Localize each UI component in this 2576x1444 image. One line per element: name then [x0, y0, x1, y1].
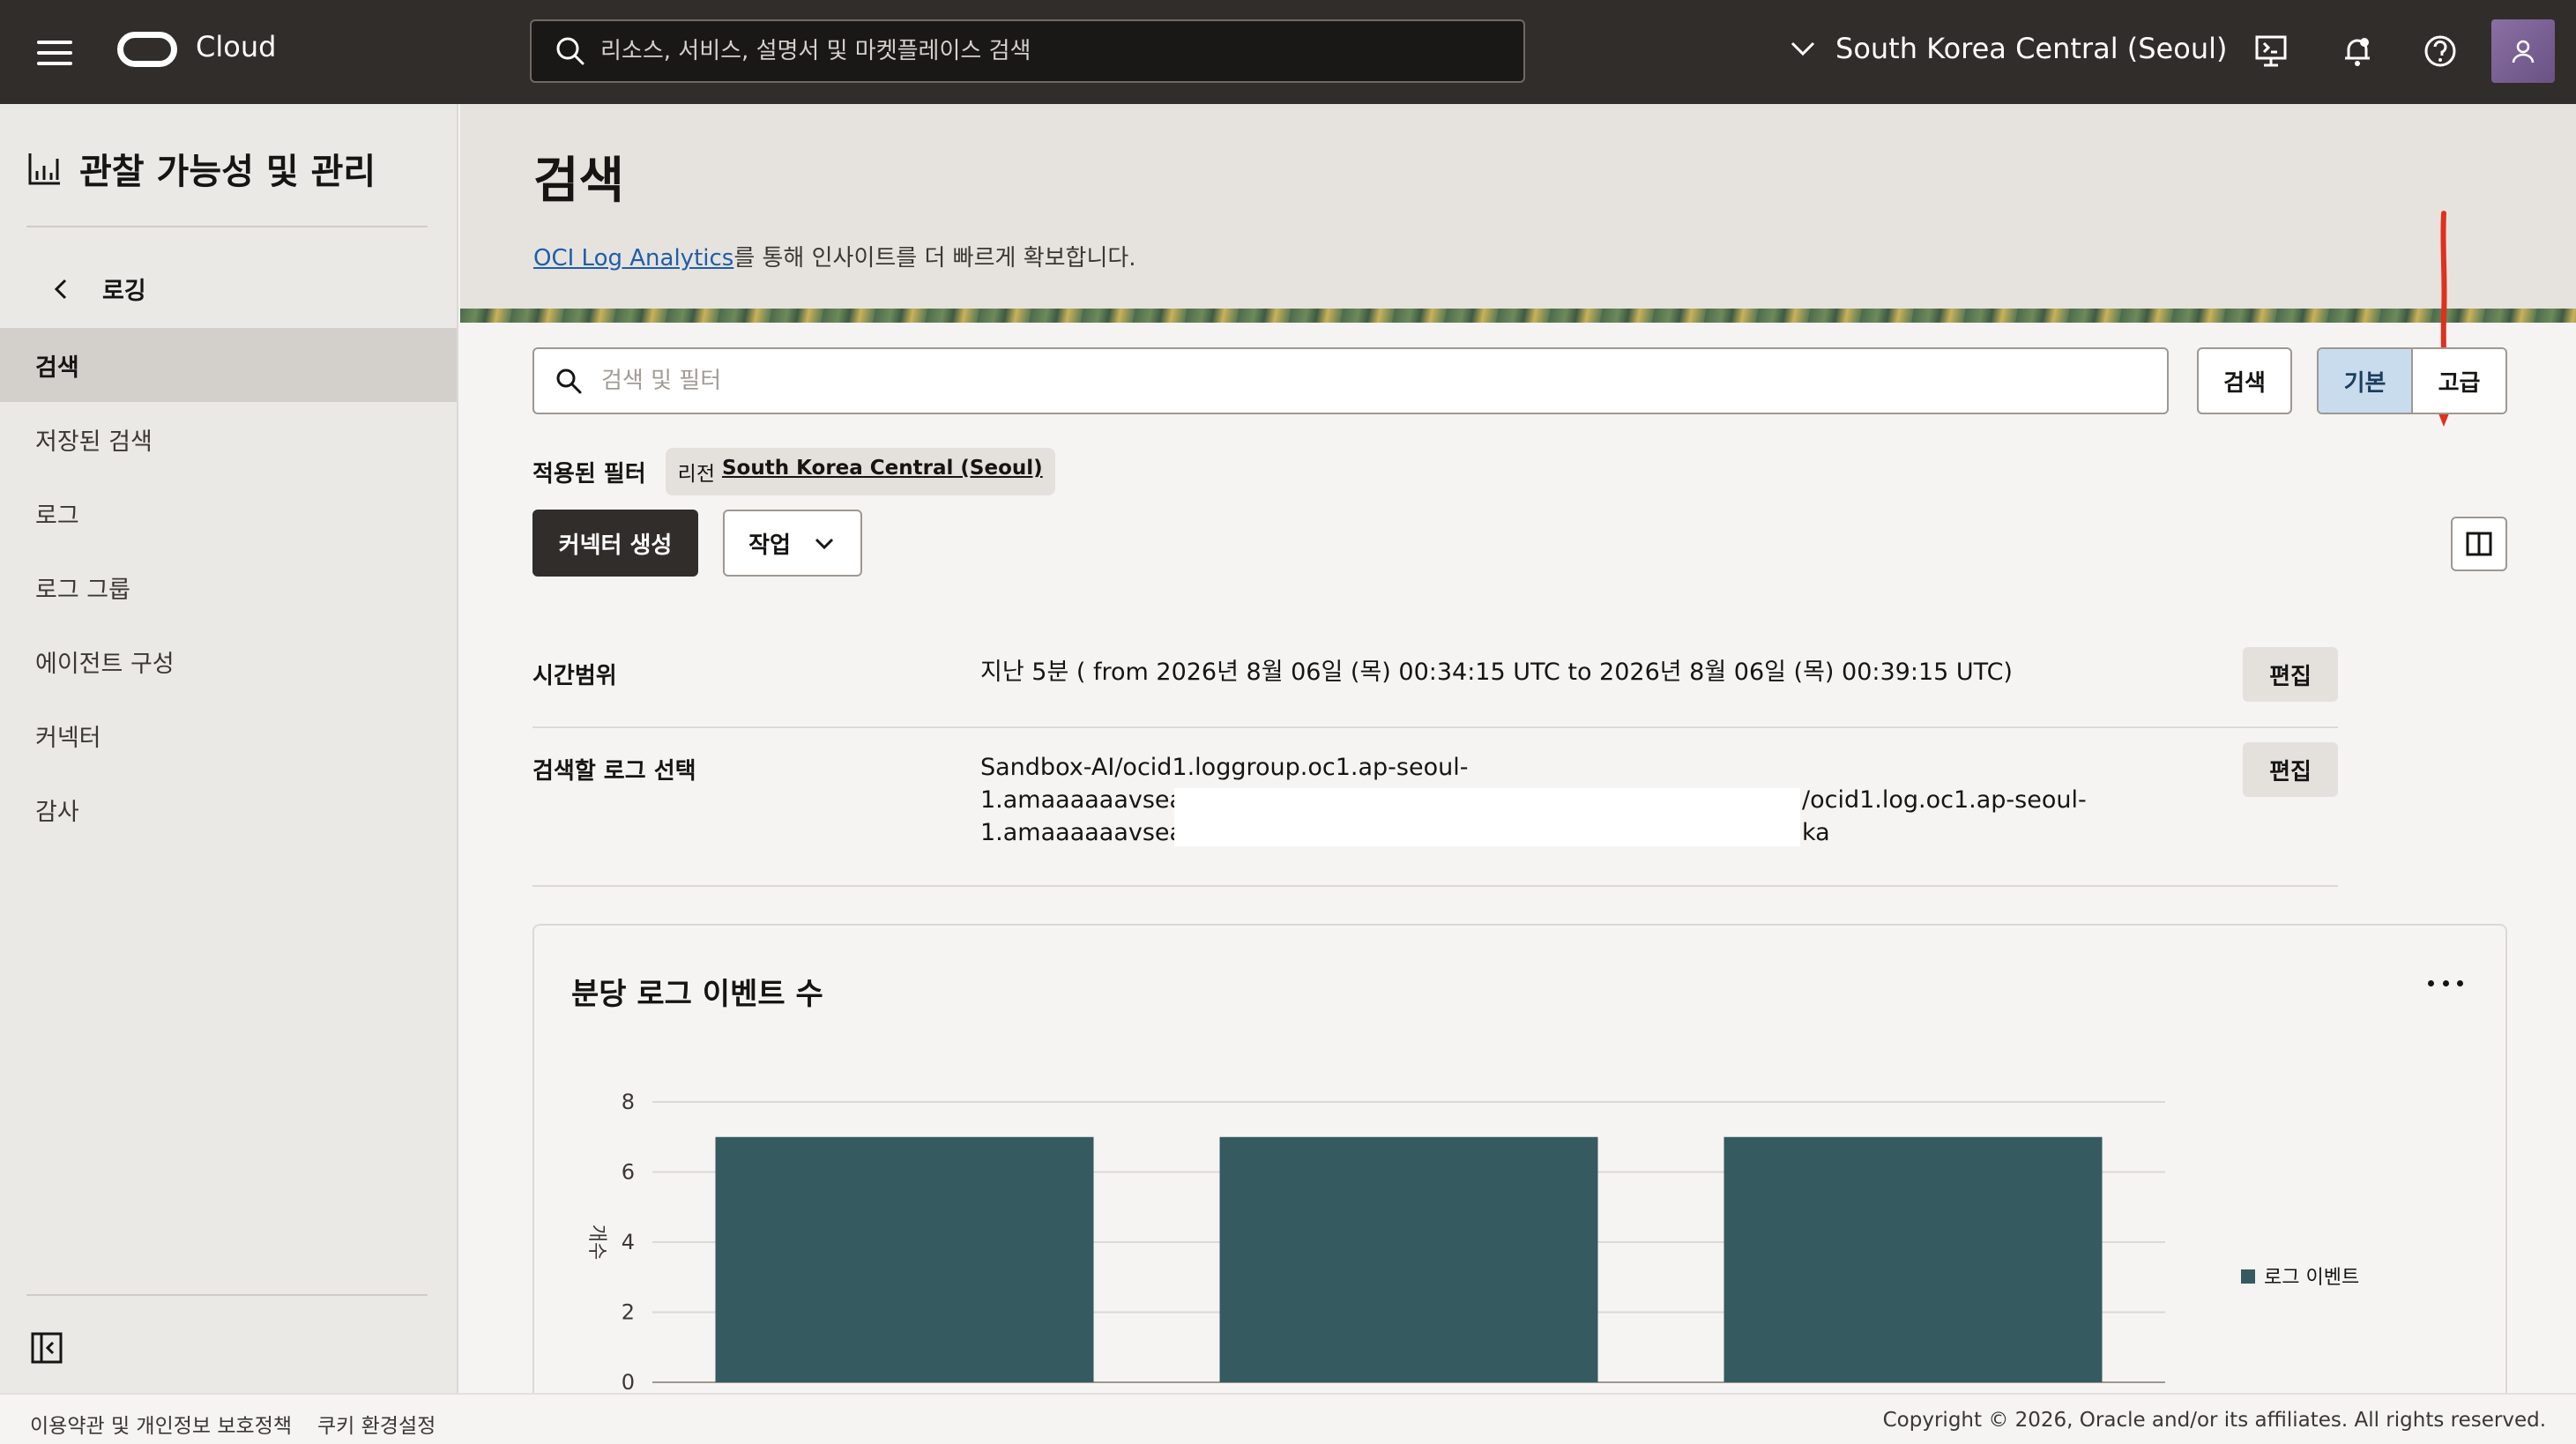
- log-select-segment: ka: [1802, 819, 1830, 846]
- search-icon: [553, 33, 588, 69]
- sidebar-item-connectors[interactable]: 커넥터: [0, 698, 457, 772]
- legend-swatch: [2241, 1269, 2255, 1284]
- sidebar-back-label: 로깅: [102, 278, 146, 305]
- create-connector-button[interactable]: 커넥터 생성: [532, 510, 698, 577]
- chevron-left-icon: [54, 279, 67, 299]
- collapse-sidebar-icon[interactable]: [30, 1331, 63, 1365]
- sidebar-item-log-groups[interactable]: 로그 그룹: [0, 550, 457, 624]
- sidebar-divider: [26, 226, 428, 227]
- sidebar-item-logs[interactable]: 로그: [0, 476, 457, 550]
- search-filter[interactable]: [532, 347, 2169, 414]
- applied-filters-label: 적용된 필터: [532, 460, 646, 488]
- page-title: 검색: [533, 153, 625, 210]
- more-options-icon[interactable]: [2428, 980, 2463, 991]
- region-label: South Korea Central (Seoul): [1835, 32, 2228, 65]
- help-icon[interactable]: [2421, 32, 2460, 71]
- page-subtitle: OCI Log Analytics를 통해 인사이트를 더 빠르게 확보합니다.: [533, 240, 1136, 272]
- y-tick-label: 8: [622, 1090, 635, 1114]
- sidebar-item-search[interactable]: 검색: [0, 328, 457, 402]
- chevron-down-icon: [815, 538, 833, 550]
- mode-advanced-button[interactable]: 고급: [2413, 349, 2505, 413]
- chevron-down-icon: [1791, 41, 1815, 56]
- column-layout-button[interactable]: [2451, 517, 2507, 571]
- filter-chip-key: 리전: [677, 463, 715, 486]
- search-button[interactable]: 검색: [2197, 347, 2292, 414]
- cloud-shell-icon[interactable]: [2252, 32, 2290, 71]
- oracle-logo-icon[interactable]: [117, 32, 177, 67]
- mode-basic-button[interactable]: 기본: [2319, 349, 2413, 413]
- search-filter-input[interactable]: [601, 368, 2167, 394]
- redaction-box: [1174, 788, 1800, 846]
- edit-time-range-button[interactable]: 편집: [2243, 647, 2338, 702]
- sidebar-item-audit[interactable]: 감사: [0, 772, 457, 846]
- row-divider: [532, 885, 2338, 887]
- sidebar-item-saved-search[interactable]: 저장된 검색: [0, 402, 457, 476]
- sidebar: 관찰 가능성 및 관리 로깅 검색 저장된 검색 로그 로그 그룹 에이전트 구…: [0, 104, 458, 1393]
- bar: [1724, 1136, 2103, 1382]
- columns-icon: [2466, 532, 2492, 556]
- actions-menu-label: 작업: [748, 532, 791, 559]
- time-range-value: 지난 5분 ( from 2026년 8월 06일 (목) 00:34:15 U…: [980, 659, 2013, 686]
- sidebar-item-label: 로그: [35, 502, 79, 530]
- menu-icon[interactable]: [37, 41, 72, 65]
- sidebar-back-link[interactable]: 로깅: [51, 272, 146, 306]
- bell-icon[interactable]: [2338, 32, 2377, 71]
- filter-chip-region[interactable]: 리전 South Korea Central (Seoul): [665, 448, 1055, 495]
- page-subtitle-text: 를 통해 인사이트를 더 빠르게 확보합니다.: [733, 245, 1136, 272]
- bar: [715, 1136, 1094, 1382]
- sidebar-divider: [26, 1294, 428, 1296]
- region-selector[interactable]: South Korea Central (Seoul): [1788, 32, 2227, 65]
- terms-link[interactable]: 이용약관 및 개인정보 보호정책: [30, 1409, 292, 1439]
- chart-icon: [28, 153, 60, 185]
- sidebar-item-label: 감사: [35, 798, 79, 826]
- sidebar-item-label: 저장된 검색: [35, 428, 153, 456]
- legend-label: 로그 이벤트: [2264, 1267, 2359, 1289]
- search-icon: [556, 368, 582, 394]
- log-select-segment: /ocid1.log.oc1.ap-seoul-: [1802, 786, 2087, 814]
- log-select-label: 검색할 로그 선택: [532, 758, 696, 785]
- log-select-line: Sandbox-AI/ocid1.loggroup.oc1.ap-seoul-: [980, 754, 1469, 781]
- search-mode-toggle: 기본 고급: [2317, 347, 2507, 414]
- chart-card: 0 2 4 6 8 개수로그 이벤트 분당 로그 이벤트 수: [532, 924, 2507, 1418]
- sidebar-item-label: 로그 그룹: [35, 576, 130, 604]
- global-search[interactable]: [530, 19, 1525, 83]
- filter-chip-value[interactable]: South Korea Central (Seoul): [722, 457, 1043, 487]
- user-icon: [2512, 40, 2535, 63]
- decorative-banner: [460, 309, 2576, 323]
- applied-filters: 적용된 필터 리전 South Korea Central (Seoul): [532, 448, 1055, 495]
- sidebar-item-label: 커넥터: [35, 724, 101, 752]
- time-range-label: 시간범위: [532, 663, 617, 689]
- avatar[interactable]: [2491, 19, 2555, 83]
- sidebar-item-label: 에이전트 구성: [35, 650, 175, 678]
- row-divider: [532, 726, 2338, 728]
- log-analytics-link[interactable]: OCI Log Analytics: [533, 245, 733, 272]
- brand-name[interactable]: Cloud: [196, 30, 276, 63]
- y-tick-label: 4: [622, 1230, 635, 1254]
- y-tick-label: 2: [622, 1300, 635, 1325]
- sidebar-title: 관찰 가능성 및 관리: [26, 143, 376, 194]
- bar-chart: 0 2 4 6 8 개수로그 이벤트: [585, 1090, 2359, 1395]
- chart-title: 분당 로그 이벤트 수: [571, 977, 823, 1012]
- sidebar-item-agent-config[interactable]: 에이전트 구성: [0, 624, 457, 698]
- global-search-input[interactable]: [600, 38, 1523, 64]
- edit-log-select-button[interactable]: 편집: [2243, 742, 2338, 797]
- cookie-settings-link[interactable]: 쿠키 환경설정: [317, 1409, 436, 1439]
- y-tick-label: 0: [622, 1370, 635, 1395]
- page-header: 검색 OCI Log Analytics를 통해 인사이트를 더 빠르게 확보합…: [460, 104, 2576, 323]
- sidebar-item-label: 검색: [35, 354, 79, 382]
- y-axis-label: 개수: [585, 1224, 607, 1260]
- sidebar-title-text: 관찰 가능성 및 관리: [79, 152, 376, 192]
- top-bar: Cloud South Korea Central (Seoul): [0, 0, 2576, 104]
- bar: [1219, 1136, 1598, 1382]
- y-tick-label: 6: [622, 1160, 635, 1185]
- footer: 이용약관 및 개인정보 보호정책 쿠키 환경설정 Copyright © 202…: [0, 1393, 2576, 1444]
- log-select-segment: 1.amaaaaaavsea7: [980, 819, 1200, 846]
- actions-menu-button[interactable]: 작업: [723, 510, 862, 577]
- main-content: 검색 OCI Log Analytics를 통해 인사이트를 더 빠르게 확보합…: [460, 104, 2576, 1418]
- log-select-segment: 1.amaaaaaavsea7: [980, 786, 1200, 814]
- copyright: Copyright © 2026, Oracle and/or its affi…: [1882, 1409, 2546, 1432]
